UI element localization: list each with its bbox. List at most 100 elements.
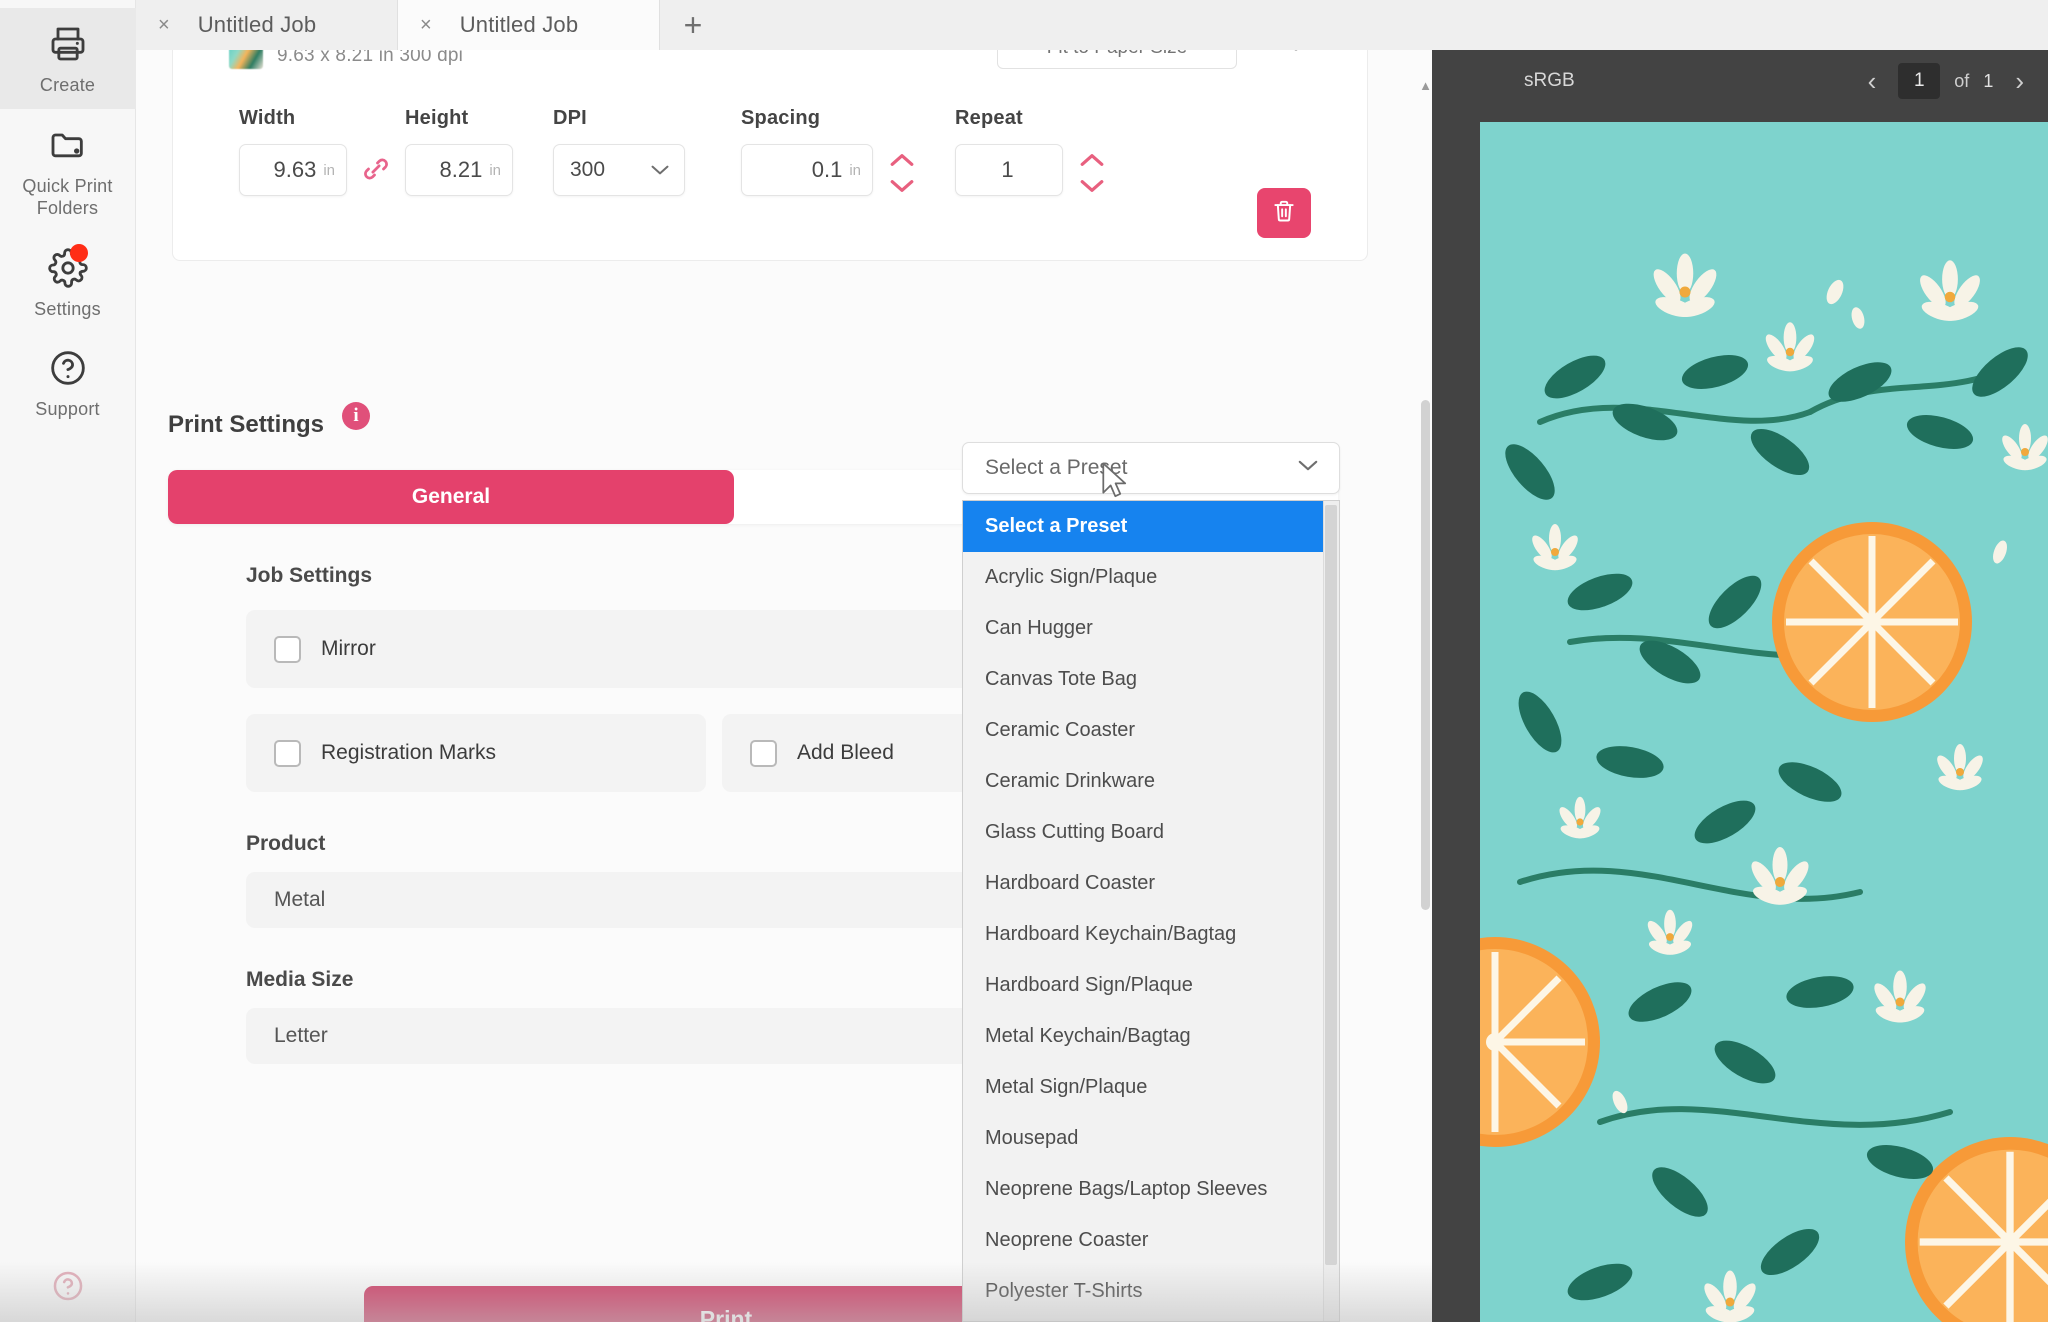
tab-general[interactable]: General — [168, 470, 734, 524]
preset-option[interactable]: Ceramic Drinkware — [963, 756, 1339, 807]
repeat-stepper[interactable] — [1079, 152, 1105, 196]
main-scrollbar[interactable]: ▲ — [1420, 70, 1432, 930]
width-input[interactable]: 9.63 in — [239, 144, 347, 196]
folder-icon — [46, 123, 90, 167]
print-preview-panel: sRGB ‹ 1 of 1 › — [1432, 50, 2048, 1322]
preset-option[interactable]: Acrylic Sign/Plaque — [963, 552, 1339, 603]
registration-marks-checkbox[interactable] — [274, 740, 301, 767]
new-tab-button[interactable]: + — [660, 0, 726, 50]
page-total-label: 1 — [1983, 71, 1993, 92]
page-number-input[interactable]: 1 — [1898, 63, 1940, 99]
height-input[interactable]: 8.21 in — [405, 144, 513, 196]
preset-scrollbar-thumb[interactable] — [1325, 505, 1337, 1265]
question-circle-icon — [46, 1264, 90, 1308]
mirror-label: Mirror — [321, 637, 376, 661]
sidebar-item-quick-print-folders[interactable]: Quick Print Folders — [0, 109, 136, 232]
trash-icon — [1271, 198, 1297, 229]
chevron-down-icon — [1297, 459, 1319, 477]
dpi-field-group: DPI 300 — [553, 107, 685, 196]
chevron-down-icon — [650, 158, 670, 182]
job-tab-bar: × Untitled Job × Untitled Job + — [136, 0, 2048, 50]
stepper-down-icon[interactable] — [889, 178, 915, 194]
preset-option[interactable]: Mousepad — [963, 1113, 1339, 1164]
link-chain-icon[interactable] — [361, 154, 391, 184]
chevron-left-icon[interactable]: ‹ — [1860, 66, 1885, 97]
mirror-checkbox[interactable] — [274, 636, 301, 663]
main-scrollbar-thumb[interactable] — [1421, 400, 1430, 910]
dimension-fields-row: Width 9.63 in Height 8 — [173, 73, 1367, 196]
job-tab-title: Untitled Job — [460, 12, 579, 38]
repeat-value: 1 — [1001, 157, 1013, 183]
sidebar-item-label: Settings — [34, 298, 101, 321]
rail-help-button[interactable] — [46, 1264, 90, 1322]
chevron-right-icon[interactable]: › — [2007, 66, 2032, 97]
page-of-label: of — [1954, 71, 1969, 92]
preset-option[interactable]: Metal Keychain/Bagtag — [963, 1011, 1339, 1062]
left-nav-rail: Create Quick Print Folders Settings — [0, 0, 136, 1322]
add-bleed-checkbox[interactable] — [750, 740, 777, 767]
repeat-field-group: Repeat 1 — [955, 107, 1063, 196]
spacing-input[interactable]: 0.1 in — [741, 144, 873, 196]
option-registration-marks[interactable]: Registration Marks — [246, 714, 706, 792]
preset-scrollbar[interactable]: ▲ — [1323, 501, 1339, 1322]
settings-notification-badge — [70, 244, 88, 262]
stepper-up-icon[interactable] — [1079, 152, 1105, 168]
close-icon[interactable]: × — [158, 15, 170, 35]
card-padding — [173, 196, 1367, 260]
job-tab[interactable]: × Untitled Job — [136, 0, 398, 50]
chevron-down-icon[interactable] — [1277, 50, 1315, 58]
fit-to-paper-size-select[interactable]: Fit to Paper Size — [997, 50, 1237, 69]
sidebar-item-label: Create — [40, 74, 95, 97]
repeat-input[interactable]: 1 — [955, 144, 1063, 196]
dpi-label: DPI — [553, 107, 685, 130]
file-dimensions-text: 9.63 x 8.21 in 300 dpi — [277, 50, 463, 67]
scroll-up-icon[interactable]: ▲ — [1419, 78, 1432, 93]
preset-option[interactable]: Neoprene Coaster — [963, 1215, 1339, 1266]
preset-option[interactable]: Hardboard Coaster — [963, 858, 1339, 909]
image-dimensions-card: 9.63 x 8.21 in 300 dpi Fit to Paper Size… — [172, 50, 1368, 261]
height-field-group: Height 8.21 in — [405, 107, 513, 196]
preset-option[interactable]: Polyester T-Shirts — [963, 1266, 1339, 1317]
print-settings-header: Print Settings i — [136, 368, 1432, 448]
preset-option[interactable]: Canvas Tote Bag — [963, 654, 1339, 705]
page-title: Print Settings — [168, 411, 324, 439]
job-tab-title: Untitled Job — [198, 12, 317, 38]
spacing-stepper[interactable] — [889, 152, 915, 196]
repeat-label: Repeat — [955, 107, 1063, 130]
height-label: Height — [405, 107, 513, 130]
preset-option[interactable]: Metal Sign/Plaque — [963, 1062, 1339, 1113]
info-icon[interactable]: i — [342, 402, 370, 430]
width-value: 9.63 — [273, 157, 316, 183]
width-field-group: Width 9.63 in — [239, 107, 347, 196]
preset-select[interactable]: Select a Preset — [962, 442, 1340, 494]
preset-option[interactable]: Neoprene Bags/Laptop Sleeves — [963, 1164, 1339, 1215]
add-bleed-label: Add Bleed — [797, 741, 894, 765]
close-icon[interactable]: × — [420, 15, 432, 35]
sidebar-item-create[interactable]: Create — [0, 8, 136, 109]
gear-icon — [46, 246, 90, 290]
preset-option[interactable]: Hardboard Sign/Plaque — [963, 960, 1339, 1011]
width-unit: in — [323, 162, 335, 179]
sidebar-item-support[interactable]: Support — [0, 332, 136, 433]
page-navigation: ‹ 1 of 1 › — [1860, 50, 2032, 112]
delete-image-button[interactable] — [1257, 188, 1311, 238]
stepper-up-icon[interactable] — [889, 152, 915, 168]
preset-option[interactable]: Hardboard Keychain/Bagtag — [963, 909, 1339, 960]
sidebar-item-label: Support — [35, 398, 99, 421]
preview-toolbar: sRGB ‹ 1 of 1 › — [1432, 50, 2048, 112]
preset-option[interactable]: Ceramic Coaster — [963, 705, 1339, 756]
job-tab[interactable]: × Untitled Job — [398, 0, 660, 50]
spacing-label: Spacing — [741, 107, 873, 130]
stepper-down-icon[interactable] — [1079, 178, 1105, 194]
spacing-value: 0.1 — [812, 157, 843, 183]
preset-option[interactable]: Select a Preset — [963, 501, 1339, 552]
printer-icon — [46, 22, 90, 66]
preset-option[interactable]: Can Hugger — [963, 603, 1339, 654]
spacing-unit: in — [849, 162, 861, 179]
preset-dropdown-list[interactable]: Select a Preset Acrylic Sign/Plaque Can … — [962, 500, 1340, 1322]
dpi-select[interactable]: 300 — [553, 144, 685, 196]
preset-option[interactable]: Glass Cutting Board — [963, 807, 1339, 858]
page-preview-sheet[interactable] — [1480, 122, 2048, 1322]
sidebar-item-settings[interactable]: Settings — [0, 232, 136, 333]
media-size-value: Letter — [274, 1024, 328, 1048]
